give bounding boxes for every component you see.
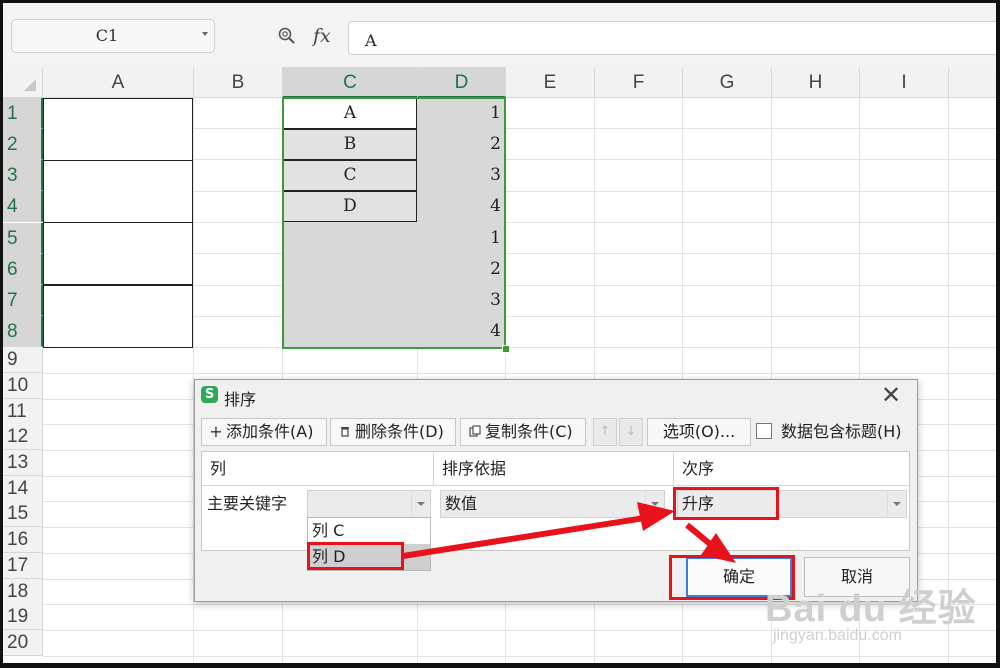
baidu-jingyan-watermark: Bai du 经验 jingyan.baidu.com xyxy=(765,577,976,663)
screenshot-frame: C1 fx A A B C D E F G H I 1 2 3 4 5 6 7 … xyxy=(0,0,1000,668)
watermark-brand: Bai du 经验 xyxy=(765,588,977,630)
watermark-url: jingyan.baidu.com xyxy=(773,627,902,644)
annotation-arrows xyxy=(402,502,736,563)
